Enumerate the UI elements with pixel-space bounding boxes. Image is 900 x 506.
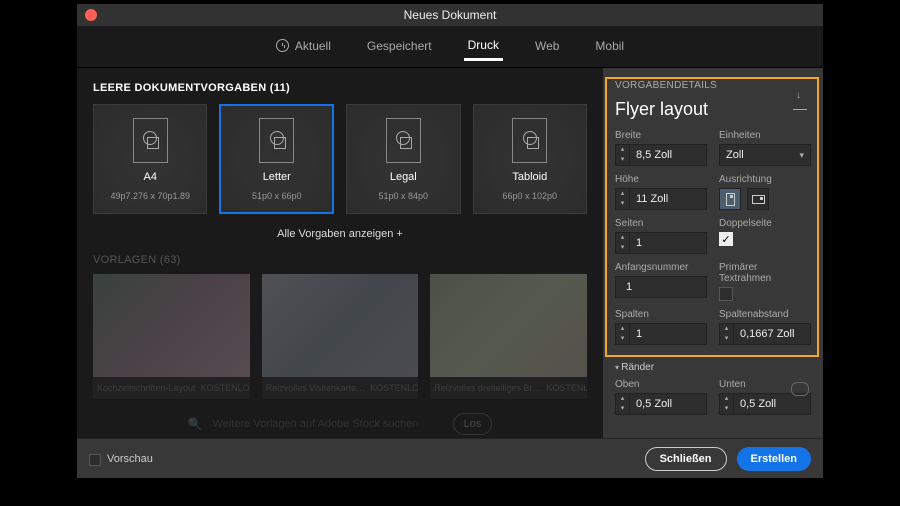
orientation-label: Ausrichtung	[719, 174, 811, 185]
tab-mobile[interactable]: Mobil	[591, 33, 628, 61]
orientation-landscape[interactable]	[747, 188, 769, 210]
tab-web-label: Web	[535, 39, 559, 53]
stepper-icon[interactable]: ▴▾	[616, 324, 630, 344]
details-panel: VORGABENDETAILS Flyer layout Breite ▴▾8,…	[603, 68, 823, 438]
show-all-presets[interactable]: Alle Vorgaben anzeigen +	[93, 228, 587, 240]
templates-title: VORLAGEN (63)	[93, 254, 587, 266]
height-value: 11 Zoll	[630, 193, 706, 205]
pages-value: 1	[630, 237, 706, 249]
gutter-label: Spaltenabstand	[719, 309, 811, 320]
primary-label: Primärer Textrahmen	[719, 262, 811, 284]
preset-size: 66p0 x 102p0	[502, 191, 557, 201]
start-label: Anfangsnummer	[615, 262, 707, 273]
save-preset-icon[interactable]	[793, 98, 807, 110]
new-document-window: Neues Dokument Aktuell Gespeichert Druck…	[77, 4, 823, 478]
close-button[interactable]: Schließen	[645, 447, 727, 471]
preview-checkbox[interactable]	[89, 454, 101, 466]
template-label: Kochzeitschriften-Layout KOSTENLOS	[93, 377, 250, 399]
tab-recent-label: Aktuell	[295, 39, 331, 53]
preset-label: Legal	[390, 171, 417, 183]
width-label: Breite	[615, 130, 707, 141]
titlebar: Neues Dokument	[77, 4, 823, 26]
page-shape-icon	[141, 131, 159, 149]
page-shape-icon	[394, 131, 412, 149]
gutter-value: 0,1667 Zoll	[734, 328, 810, 340]
pages-label: Seiten	[615, 218, 707, 229]
width-field[interactable]: ▴▾8,5 Zoll	[615, 144, 707, 166]
preset-tabloid[interactable]: Tabloid 66p0 x 102p0	[473, 104, 587, 214]
margin-top-label: Oben	[615, 379, 707, 390]
stepper-icon[interactable]: ▴▾	[616, 394, 630, 414]
preset-letter[interactable]: Letter 51p0 x 66p0	[219, 104, 334, 214]
tab-mobile-label: Mobil	[595, 39, 624, 53]
details-title: VORGABENDETAILS	[615, 80, 811, 91]
clock-icon	[276, 39, 289, 52]
left-panel: LEERE DOKUMENTVORGABEN (11) A4 49p7.276 …	[77, 68, 603, 438]
stepper-icon[interactable]: ▴▾	[616, 145, 630, 165]
tab-print-label: Druck	[468, 38, 499, 52]
create-button[interactable]: Erstellen	[737, 447, 811, 471]
preset-label: Tabloid	[512, 171, 547, 183]
blank-presets-title: LEERE DOKUMENTVORGABEN (11)	[93, 82, 587, 94]
template-card[interactable]: Reizvolles dreiteiliges Br… KOSTENLOS	[430, 274, 587, 399]
chevron-down-icon: ▾	[799, 150, 804, 161]
height-field[interactable]: ▴▾11 Zoll	[615, 188, 707, 210]
margin-top-value: 0,5 Zoll	[630, 398, 706, 410]
stepper-icon[interactable]: ▴▾	[720, 394, 734, 414]
preset-a4[interactable]: A4 49p7.276 x 70p1.89	[93, 104, 207, 214]
margin-top-field[interactable]: ▴▾0,5 Zoll	[615, 393, 707, 415]
search-icon: 🔍	[188, 417, 203, 431]
portrait-icon	[726, 193, 735, 206]
margins-toggle[interactable]: Ränder	[615, 362, 811, 373]
stepper-icon[interactable]: ▴▾	[616, 189, 630, 209]
margin-bottom-field[interactable]: ▴▾0,5 Zoll	[719, 393, 811, 415]
landscape-icon	[752, 195, 765, 204]
units-select[interactable]: Zoll ▾	[719, 144, 811, 166]
tab-web[interactable]: Web	[531, 33, 563, 61]
preset-size: 49p7.276 x 70p1.89	[110, 191, 190, 201]
columns-field[interactable]: ▴▾1	[615, 323, 707, 345]
orientation-portrait[interactable]	[719, 188, 741, 210]
preset-legal[interactable]: Legal 51p0 x 84p0	[346, 104, 460, 214]
stepper-icon[interactable]: ▴▾	[616, 233, 630, 253]
units-label: Einheiten	[719, 130, 811, 141]
start-value: 1	[616, 281, 706, 293]
template-card[interactable]: Reizvolles Visitenkarte… KOSTENLOS	[262, 274, 419, 399]
document-name[interactable]: Flyer layout	[615, 99, 811, 120]
facing-label: Doppelseite	[719, 218, 811, 229]
tab-recent[interactable]: Aktuell	[272, 33, 335, 61]
tab-print[interactable]: Druck	[464, 32, 503, 61]
page-shape-icon	[268, 131, 286, 149]
preview-label: Vorschau	[107, 453, 153, 465]
page-shape-icon	[521, 131, 539, 149]
columns-value: 1	[630, 328, 706, 340]
primary-checkbox[interactable]	[719, 287, 733, 301]
preset-label: Letter	[263, 171, 291, 183]
preset-size: 51p0 x 84p0	[379, 191, 429, 201]
start-field[interactable]: 1	[615, 276, 707, 298]
height-label: Höhe	[615, 174, 707, 185]
dialog-footer: Vorschau Schließen Erstellen	[77, 438, 823, 478]
tab-saved-label: Gespeichert	[367, 39, 432, 53]
facing-checkbox[interactable]: ✓	[719, 232, 733, 246]
template-label: Reizvolles Visitenkarte… KOSTENLOS	[262, 377, 419, 399]
category-tabs: Aktuell Gespeichert Druck Web Mobil	[77, 26, 823, 68]
columns-label: Spalten	[615, 309, 707, 320]
preset-label: A4	[144, 171, 157, 183]
link-margins-icon[interactable]	[791, 382, 809, 396]
tab-saved[interactable]: Gespeichert	[363, 33, 436, 61]
stock-search-input[interactable]	[213, 418, 443, 430]
window-title: Neues Dokument	[77, 8, 823, 22]
width-value: 8,5 Zoll	[630, 149, 706, 161]
template-card[interactable]: Kochzeitschriften-Layout KOSTENLOS	[93, 274, 250, 399]
units-value: Zoll	[726, 149, 744, 161]
stock-search-go[interactable]: Los	[453, 413, 493, 435]
preset-size: 51p0 x 66p0	[252, 191, 302, 201]
template-label: Reizvolles dreiteiliges Br… KOSTENLOS	[430, 377, 587, 399]
stepper-icon[interactable]: ▴▾	[720, 324, 734, 344]
margin-bottom-value: 0,5 Zoll	[734, 398, 810, 410]
gutter-field[interactable]: ▴▾0,1667 Zoll	[719, 323, 811, 345]
pages-field[interactable]: ▴▾1	[615, 232, 707, 254]
